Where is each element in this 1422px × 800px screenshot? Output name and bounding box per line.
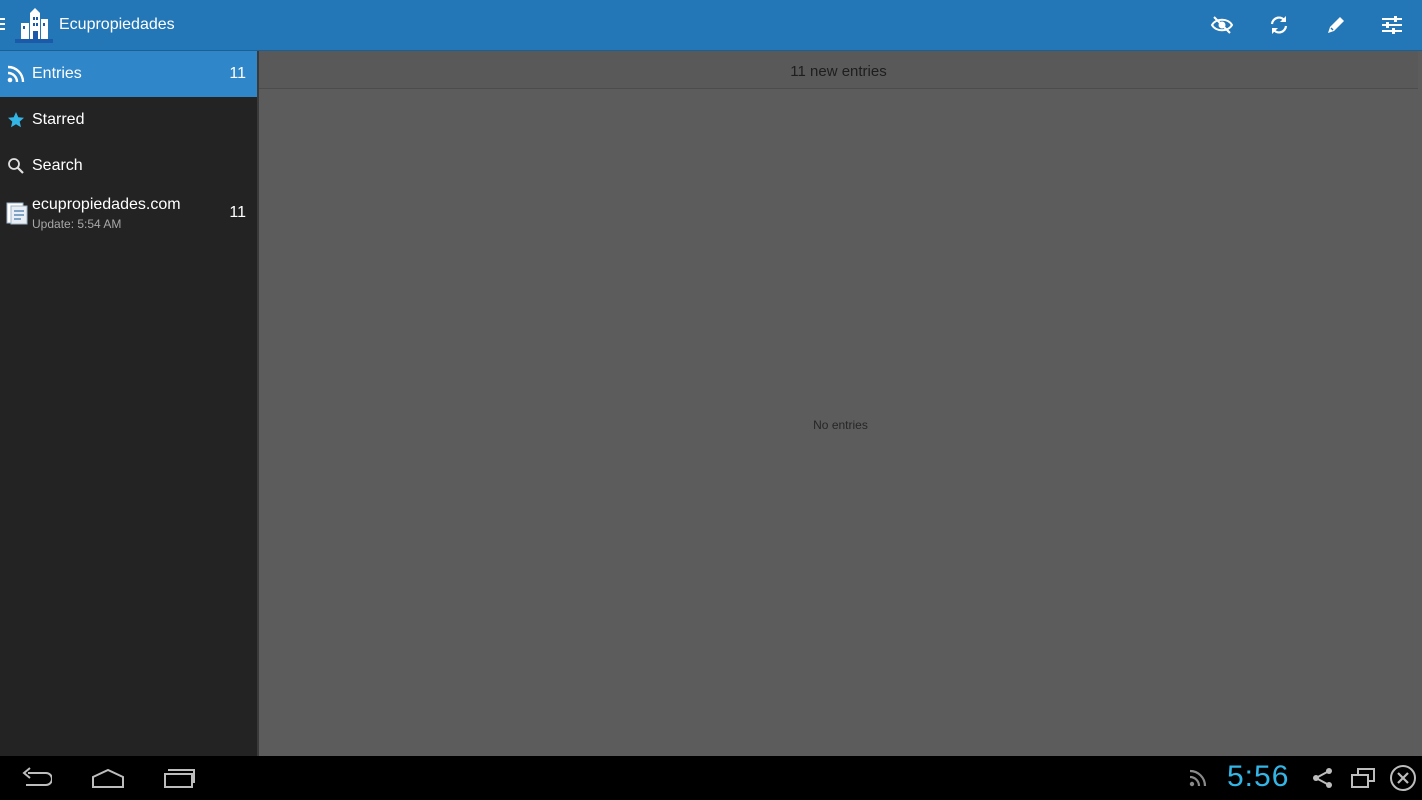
entries-panel: 11 new entries No entries — [259, 51, 1422, 756]
app-title: Ecupropiedades — [59, 16, 175, 33]
back-icon[interactable] — [18, 764, 54, 792]
system-nav-bar: 5:56 — [0, 756, 1422, 800]
empty-state-text: No entries — [813, 418, 868, 432]
sidebar-item-label: Search — [32, 157, 83, 174]
feed-document-icon — [5, 201, 29, 225]
search-icon — [7, 157, 25, 175]
sidebar-item-label: Entries — [32, 65, 82, 82]
home-icon[interactable] — [88, 764, 128, 792]
rss-status-icon — [1187, 764, 1209, 792]
star-icon — [7, 111, 25, 129]
close-circle-icon[interactable] — [1388, 764, 1418, 792]
clock: 5:56 — [1227, 760, 1290, 793]
app-window: Ecupropiedades Entries 11 Starred Search… — [0, 0, 1422, 800]
hide-read-icon[interactable] — [1207, 10, 1237, 40]
sidebar-item-starred[interactable]: Starred — [0, 97, 257, 143]
new-entries-label: 11 new entries — [790, 63, 887, 80]
sidebar-item-feed[interactable]: ecupropiedades.com Update: 5:54 AM 11 — [0, 191, 257, 237]
action-bar: Ecupropiedades — [0, 0, 1422, 51]
settings-sliders-icon[interactable] — [1377, 10, 1407, 40]
unread-count: 11 — [229, 65, 246, 82]
share-icon[interactable] — [1310, 764, 1336, 792]
window-icon[interactable] — [1349, 764, 1377, 792]
feed-update-time: Update: 5:54 AM — [32, 217, 122, 231]
rss-icon — [7, 65, 25, 83]
sidebar-item-search[interactable]: Search — [0, 143, 257, 189]
recent-apps-icon[interactable] — [161, 764, 197, 792]
edit-icon[interactable] — [1321, 10, 1351, 40]
drawer-indicator-icon[interactable] — [0, 18, 6, 34]
sidebar: Entries 11 Starred Search ecupropiedades… — [0, 51, 259, 756]
refresh-icon[interactable] — [1264, 10, 1294, 40]
unread-count: 11 — [229, 204, 246, 221]
sidebar-item-label: Starred — [32, 111, 85, 128]
feed-title: ecupropiedades.com — [32, 196, 181, 213]
new-entries-banner[interactable]: 11 new entries — [259, 51, 1418, 89]
sidebar-item-entries[interactable]: Entries 11 — [0, 51, 257, 97]
building-logo-icon[interactable] — [13, 5, 55, 47]
